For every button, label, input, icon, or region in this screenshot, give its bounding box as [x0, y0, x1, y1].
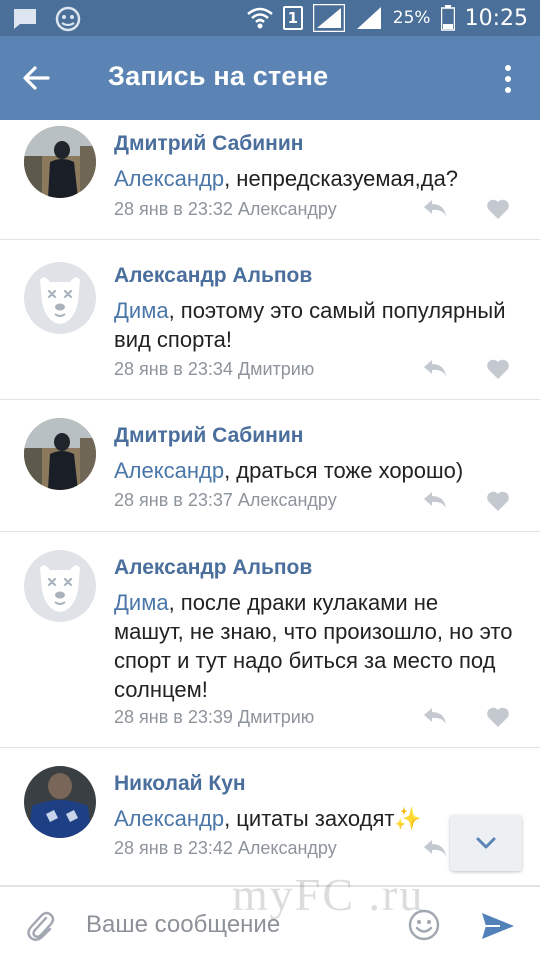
comment-meta: 28 янв в 23:34 Дмитрию	[114, 359, 315, 379]
avatar[interactable]	[24, 262, 96, 334]
mention-link[interactable]: Дима	[114, 590, 169, 615]
comment-item: Дмитрий Сабинин Александр, драться тоже …	[0, 400, 540, 532]
paperclip-icon[interactable]	[26, 909, 56, 943]
status-bar: 1 25% 10:25	[0, 0, 540, 36]
sim-slot-badge: 1	[282, 6, 303, 30]
mention-link[interactable]: Александр	[114, 806, 224, 831]
send-icon[interactable]	[480, 911, 516, 941]
comment-author[interactable]: Александр Альпов	[114, 264, 312, 288]
more-vertical-icon[interactable]	[502, 64, 514, 94]
signal-icon-2	[356, 7, 381, 29]
back-arrow-icon[interactable]	[20, 62, 52, 94]
comment-author[interactable]: Дмитрий Сабинин	[114, 424, 303, 448]
comment-item: Дмитрий Сабинин Александр, непредсказуем…	[0, 120, 540, 240]
avatar[interactable]	[24, 766, 96, 838]
comment-text: Дима, после драки кулаками не машут, не …	[114, 588, 514, 704]
reply-icon[interactable]	[422, 706, 448, 726]
mention-link[interactable]: Дима	[114, 298, 169, 323]
comment-item: Александр Альпов Дима, после драки кулак…	[0, 532, 540, 748]
comments-list: Дмитрий Сабинин Александр, непредсказуем…	[0, 120, 540, 886]
clock: 10:25	[464, 5, 528, 31]
mention-link[interactable]: Александр	[114, 166, 224, 191]
app-bar: Запись на стене	[0, 36, 540, 120]
comment-body: , цитаты заходят✨	[224, 806, 422, 831]
reply-icon[interactable]	[422, 198, 448, 218]
comment-text: Дима, поэтому это самый популярный вид с…	[114, 296, 514, 354]
comment-item: Александр Альпов Дима, поэтому это самый…	[0, 240, 540, 400]
mention-link[interactable]: Александр	[114, 458, 224, 483]
reply-icon[interactable]	[422, 838, 448, 858]
wifi-icon	[246, 7, 273, 29]
comment-meta: 28 янв в 23:42 Александру	[114, 838, 337, 858]
comment-text: Александр, драться тоже хорошо)	[114, 456, 514, 485]
comment-meta: 28 янв в 23:32 Александру	[114, 199, 337, 219]
reply-icon[interactable]	[422, 358, 448, 378]
heart-icon[interactable]	[486, 490, 510, 512]
message-input[interactable]	[86, 905, 386, 945]
comment-meta: 28 янв в 23:37 Александру	[114, 490, 337, 510]
avatar[interactable]	[24, 550, 96, 622]
signal-icon	[312, 4, 345, 32]
vk-notification-icon	[55, 6, 81, 32]
battery-icon	[440, 5, 455, 31]
comment-text: Александр, непредсказуемая,да?	[114, 164, 514, 193]
comment-author[interactable]: Николай Кун	[114, 772, 246, 796]
app-screen: 1 25% 10:25 Запись на стене Дмитрий Саби…	[0, 0, 540, 960]
message-notification-icon	[14, 9, 36, 29]
heart-icon[interactable]	[486, 706, 510, 728]
comment-body: , поэтому это самый популярный вид спорт…	[114, 298, 506, 352]
heart-icon[interactable]	[486, 198, 510, 220]
comment-body: , непредсказуемая,да?	[224, 166, 459, 191]
comment-author[interactable]: Александр Альпов	[114, 556, 312, 580]
message-composer	[0, 886, 540, 960]
comment-body: , драться тоже хорошо)	[224, 458, 464, 483]
smiley-icon[interactable]	[408, 909, 440, 941]
comment-meta: 28 янв в 23:39 Дмитрию	[114, 707, 315, 727]
reply-icon[interactable]	[422, 490, 448, 510]
page-title: Запись на стене	[108, 61, 329, 91]
chevron-down-icon	[476, 837, 496, 849]
avatar[interactable]	[24, 126, 96, 198]
battery-percent: 25%	[392, 8, 431, 28]
scroll-down-button[interactable]	[450, 815, 522, 871]
avatar[interactable]	[24, 418, 96, 490]
heart-icon[interactable]	[486, 358, 510, 380]
comment-body: , после драки кулаками не машут, не знаю…	[114, 590, 513, 702]
comment-author[interactable]: Дмитрий Сабинин	[114, 132, 303, 156]
